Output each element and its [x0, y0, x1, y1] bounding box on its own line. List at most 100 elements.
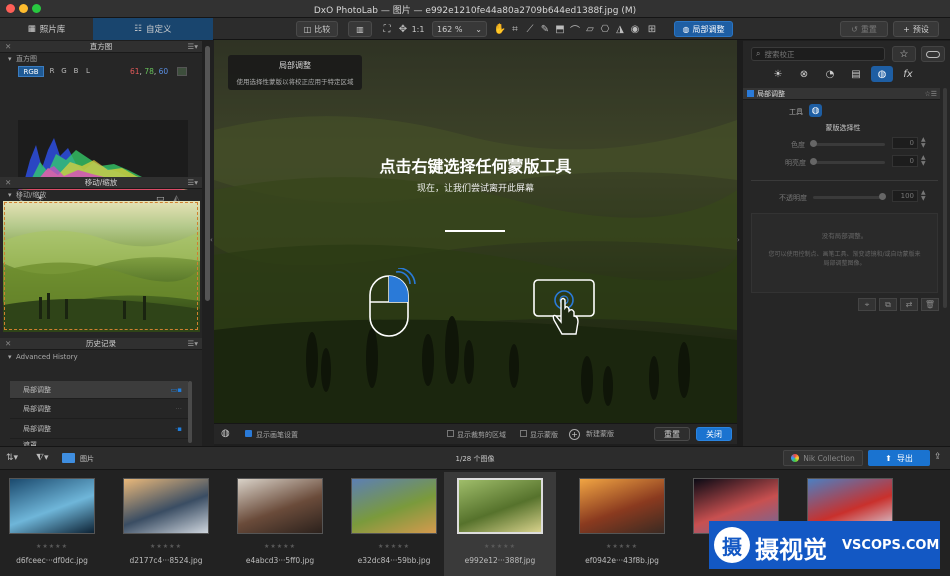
move-icon[interactable]: ✥ — [396, 22, 410, 36]
luma-label: 明亮度 — [785, 159, 806, 167]
close-panel-icon[interactable]: ✕ — [5, 178, 11, 187]
chroma-slider[interactable] — [810, 140, 885, 147]
collapse-right-icon[interactable]: › — [737, 236, 740, 244]
hand-icon[interactable]: ✋ — [493, 22, 507, 36]
panel-menu-icon[interactable]: ☰▾ — [188, 339, 199, 348]
local-adjust-section-header[interactable]: 局部调整 ☆☰ — [743, 88, 940, 100]
panel-menu-icon[interactable]: ☰▾ — [188, 42, 199, 51]
histogram-section[interactable]: ▾ 直方图 — [0, 53, 202, 64]
light-tab-icon[interactable]: ☀ — [767, 66, 789, 82]
chroma-value[interactable]: 0 — [892, 137, 918, 149]
opacity-stepper-icon[interactable]: ▲ ▼ — [921, 190, 926, 202]
opacity-value[interactable]: 100 — [892, 190, 918, 202]
duplicate-icon[interactable]: ⧉ — [879, 298, 897, 311]
panel-menu-icon[interactable]: ☰▾ — [188, 178, 199, 187]
repair-icon[interactable]: ⎔ — [598, 22, 612, 36]
reset-button[interactable]: ↺ 重置 — [840, 21, 888, 37]
local-adjust-icon[interactable]: ◍ — [221, 428, 230, 439]
color-tab-icon[interactable]: ⊗ — [793, 66, 815, 82]
show-mask-checkbox[interactable] — [520, 430, 527, 437]
straighten-icon[interactable]: ⟋ — [523, 22, 537, 36]
crop-icon[interactable]: ⌗ — [508, 22, 522, 36]
opacity-slider-thumb[interactable] — [879, 193, 886, 200]
eye-icon[interactable]: ◉ — [628, 22, 642, 36]
show-crop-checkbox[interactable] — [447, 430, 454, 437]
brush-icon[interactable]: ◮ — [613, 22, 627, 36]
channel-g[interactable]: G — [58, 66, 70, 76]
close-panel-icon[interactable]: ✕ — [5, 339, 11, 348]
trackpad-click-icon — [533, 279, 595, 335]
split-view-button[interactable]: ▥ — [348, 21, 372, 37]
mask-visibility-icon[interactable]: ⌖ — [858, 298, 876, 311]
grid-icon: ▦ — [27, 24, 36, 34]
channel-rgb[interactable]: RGB — [18, 66, 44, 77]
history-item[interactable]: 局部调整 ··· — [10, 399, 188, 419]
left-panel: ✕ 直方图 ☰▾ ▾ 直方图 RGB R G B L 61, 78, 60 ☾ … — [0, 41, 202, 451]
crop-fit-icon[interactable]: ⛶ — [380, 22, 394, 36]
nik-collection-button[interactable]: Nik Collection — [783, 450, 863, 466]
history-scrollbar[interactable] — [188, 381, 192, 443]
opacity-slider[interactable] — [813, 193, 886, 200]
local-tab-icon[interactable]: ◍ — [871, 66, 893, 82]
luma-slider[interactable] — [810, 158, 885, 165]
viewer-close-button[interactable]: 关闭 — [696, 427, 732, 441]
tab-customize[interactable]: ☷ 自定义 — [93, 18, 213, 40]
zoom-100-button[interactable]: 1:1 — [411, 22, 425, 36]
compare-button[interactable]: ◫ 比较 — [296, 21, 338, 37]
local-adjust-button[interactable]: ◍ 局部调整 — [674, 21, 733, 37]
new-mask-button[interactable]: + 新建蒙版 — [569, 427, 635, 441]
channel-r[interactable]: R — [46, 66, 58, 76]
horizon-icon[interactable]: ⌒ — [568, 22, 582, 37]
plus-icon: + — [903, 24, 910, 34]
eyedropper-icon[interactable]: ✎ — [538, 22, 552, 36]
viewer-reset-button[interactable]: 重置 — [654, 427, 690, 441]
navigator-preview-image[interactable] — [3, 201, 200, 332]
chroma-stepper-icon[interactable]: ▲ ▼ — [921, 137, 926, 149]
share-icon[interactable]: ⇪ — [934, 452, 942, 462]
detail-tab-icon[interactable]: ◔ — [819, 66, 841, 82]
perspective-icon[interactable]: ⬒ — [553, 22, 567, 36]
tab-library[interactable]: ▦ 照片库 — [0, 18, 93, 40]
zoom-level-select[interactable]: 162 % ⌄ — [432, 21, 487, 37]
geometry-tab-icon[interactable]: ▤ — [845, 66, 867, 82]
close-panel-icon[interactable]: ✕ — [5, 42, 11, 51]
export-button[interactable]: ⬆ 导出 — [868, 450, 930, 466]
effects-tab-icon[interactable]: fx — [897, 66, 919, 82]
channel-l[interactable]: L — [82, 66, 94, 76]
toggle-icon: ··· — [175, 404, 182, 413]
star-icon[interactable]: ☆ — [892, 46, 916, 62]
zoom-frame[interactable] — [4, 202, 198, 330]
luma-value[interactable]: 0 — [892, 155, 918, 167]
swap-icon[interactable]: ⇄ — [900, 298, 918, 311]
filmstrip-thumbnail[interactable]: ★★★★★ e992e12···388f.jpg — [444, 472, 556, 576]
histogram-panel-title: 直方图 — [89, 42, 113, 51]
rating-stars[interactable]: ★★★★★ — [444, 543, 556, 550]
local-tool-icon[interactable]: ◍ — [809, 104, 822, 117]
volume-icon[interactable]: ⏥ — [583, 22, 597, 36]
chroma-slider-thumb[interactable] — [810, 140, 817, 147]
search-field[interactable]: ⌕ 搜索校正 — [751, 47, 885, 61]
collapse-left-icon[interactable]: ‹ — [210, 236, 213, 244]
luma-slider-thumb[interactable] — [810, 158, 817, 165]
main-toolbar: ▦ 照片库 ☷ 自定义 ◫ 比较 ▥ ⛶ ✥ 1:1 162 % ⌄ ✋ ⌗ ⟋ ✎ ⬒… — [0, 18, 950, 40]
rating-stars[interactable]: ★★★★★ — [324, 543, 464, 550]
left-panel-scrollbar[interactable] — [205, 46, 210, 301]
luma-stepper-icon[interactable]: ▲ ▼ — [921, 155, 926, 167]
section-enable-checkbox[interactable] — [747, 90, 754, 97]
navigator-section[interactable]: ▾ 移动/缩放 — [0, 189, 202, 201]
history-section[interactable]: ▾ Advanced History — [0, 350, 202, 364]
show-brush-checkbox[interactable] — [245, 430, 252, 437]
filmstrip-thumbnail[interactable]: ★★★★★ e32dc84···59bb.jpg — [324, 472, 464, 576]
grid-overlay-icon[interactable]: ⊞ — [645, 22, 659, 36]
preset-label: 预设 — [912, 24, 929, 34]
history-item[interactable]: 局部调整 ·▪ — [10, 419, 188, 439]
search-icon: ⌕ — [756, 49, 761, 58]
image-viewer[interactable]: 局部调整 使用选择性蒙版以将校正应用于特定区域 点击右键选择任何蒙版工具 现在，… — [214, 40, 737, 423]
trash-icon[interactable]: 🗑 — [921, 298, 939, 311]
channel-b[interactable]: B — [70, 66, 82, 76]
history-item[interactable]: 局部调整 ▭▪ — [10, 381, 188, 399]
right-panel-scrollbar[interactable] — [943, 88, 947, 308]
preset-button[interactable]: + 预设 — [893, 21, 939, 37]
toggle-switch[interactable] — [921, 46, 945, 62]
section-menu-icon[interactable]: ☆☰ — [924, 90, 937, 98]
